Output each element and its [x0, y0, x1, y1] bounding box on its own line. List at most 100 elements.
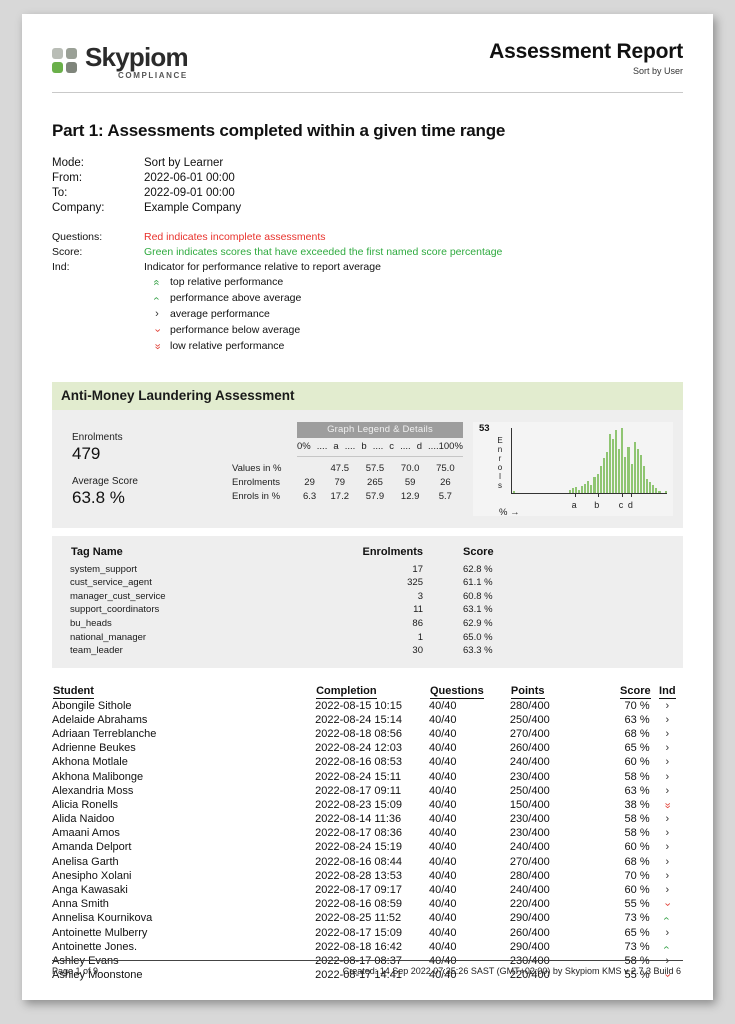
table-row[interactable]: Annelisa Kournikova 2022-08-25 11:52 40/40… — [52, 911, 683, 925]
table-row[interactable]: Antoinette Mulberry 2022-08-17 15:09 40/40… — [52, 926, 683, 940]
tag-score: 65.0 % — [463, 631, 493, 643]
indicator-cell: › — [652, 911, 683, 925]
points-value: 290/400 — [509, 912, 550, 925]
table-row[interactable]: Anga Kawasaki 2022-08-17 09:17 40/40 240/40… — [52, 883, 683, 897]
table-row[interactable]: Alicia Ronells 2022-08-23 15:09 40/40 150/4… — [52, 798, 683, 812]
tag-table-row: manager_cust_service 3 60.8 % — [70, 590, 574, 604]
questions-count: 40/40 — [428, 699, 457, 712]
points-value: 240/400 — [509, 884, 550, 897]
indicator-legend-text: performance above average — [170, 292, 302, 305]
tag-name: manager_cust_service — [70, 590, 166, 602]
graph-detail-value: 57.9 — [365, 490, 385, 502]
student-name: Anga Kawasaki — [52, 884, 128, 897]
points-value: 240/400 — [509, 756, 550, 769]
col-ind[interactable]: Ind — [652, 684, 683, 699]
meta-label: Company: — [52, 201, 105, 214]
tag-enrolments: 1 — [417, 631, 423, 643]
indicator-chevron-icon: › — [665, 869, 670, 882]
scale-tick-label: d — [416, 441, 422, 453]
logo-squares-icon — [52, 48, 80, 76]
indicator-chevron-icon: › — [665, 713, 670, 726]
tag-enrolments: 17 — [412, 563, 423, 575]
student-name: Amaani Amos — [52, 827, 120, 840]
col-questions[interactable]: Questions — [429, 684, 510, 699]
questions-count: 40/40 — [428, 727, 457, 740]
score-value: 38 % — [624, 798, 650, 811]
scale-tick-label: .... — [400, 441, 411, 453]
indicator-cell: › — [652, 741, 683, 755]
student-name: Abongile Sithole — [52, 699, 132, 712]
scale-tick-label: c — [389, 441, 395, 453]
chart-x-ticks — [513, 493, 667, 498]
col-completion[interactable]: Completion — [315, 684, 429, 699]
student-name: Antoinette Jones. — [52, 940, 138, 953]
points-value: 250/400 — [509, 784, 550, 797]
table-row[interactable]: Abongile Sithole 2022-08-15 10:15 40/40 280… — [52, 699, 683, 713]
table-row[interactable]: Adriaan Terreblanche 2022-08-18 08:56 40/4… — [52, 727, 683, 741]
indicator-legend-row: » top relative performance — [52, 274, 502, 290]
graph-detail-value: 57.5 — [365, 462, 385, 474]
tag-name: national_manager — [70, 631, 147, 643]
student-name: Akhona Motlale — [52, 756, 128, 769]
points-value: 230/400 — [509, 827, 550, 840]
graph-detail-value: 47.5 — [330, 462, 350, 474]
chart-tick — [630, 493, 632, 498]
scale-tick-label: a — [333, 441, 339, 453]
score-value: 60 % — [624, 884, 650, 897]
tag-table: Tag Name Enrolments Score system_support… — [70, 545, 574, 657]
questions-count: 40/40 — [428, 884, 457, 897]
score-value: 58 % — [624, 827, 650, 840]
score-value: 55 % — [624, 898, 650, 911]
questions-count: 40/40 — [428, 926, 457, 939]
completion-date: 2022-08-15 10:15 — [315, 699, 402, 712]
chart-bar — [618, 449, 621, 494]
table-row[interactable]: Amanda Delport 2022-08-24 15:19 40/40 240/4… — [52, 840, 683, 854]
completion-date: 2022-08-16 08:44 — [315, 855, 402, 868]
questions-count: 40/40 — [428, 756, 457, 769]
table-row[interactable]: Akhona Motlale 2022-08-16 08:53 40/40 240/4… — [52, 755, 683, 769]
table-row[interactable]: Anesipho Xolani 2022-08-28 13:53 40/40 280/… — [52, 869, 683, 883]
student-name: Antoinette Mulberry — [52, 926, 148, 939]
col-points[interactable]: Points — [510, 684, 595, 699]
average-score-label: Average Score — [72, 476, 138, 488]
questions-count: 40/40 — [428, 841, 457, 854]
table-row[interactable]: Antoinette Jones. 2022-08-18 16:42 40/40 29… — [52, 940, 683, 954]
table-row[interactable]: Adelaide Abrahams 2022-08-24 15:14 40/40 25… — [52, 713, 683, 727]
completion-date: 2022-08-17 08:36 — [315, 827, 402, 840]
indicator-chevron-icon: › — [665, 827, 670, 840]
tag-panel: Tag Name Enrolments Score system_support… — [52, 536, 683, 668]
student-name: Adrienne Beukes — [52, 742, 136, 755]
table-row[interactable]: Adrienne Beukes 2022-08-24 12:03 40/40 260/… — [52, 741, 683, 755]
questions-count: 40/40 — [428, 855, 457, 868]
student-name: Amanda Delport — [52, 841, 132, 854]
table-row[interactable]: Alexandria Moss 2022-08-17 09:11 40/40 250/… — [52, 784, 683, 798]
indicator-cell: › — [652, 855, 683, 869]
chart-bar — [624, 456, 627, 494]
student-name: Annelisa Kournikova — [52, 912, 153, 925]
table-row[interactable]: Amaani Amos 2022-08-17 08:36 40/40 230/400 5… — [52, 826, 683, 840]
meta-value: Sort by Learner — [144, 156, 224, 169]
document-header: Skypiom COMPLIANCE Assessment Report Sor… — [52, 40, 683, 93]
col-score[interactable]: Score — [595, 684, 652, 699]
score-value: 73 % — [624, 940, 650, 953]
table-row[interactable]: Anna Smith 2022-08-16 08:59 40/40 220/400 55… — [52, 897, 683, 911]
completion-date: 2022-08-17 09:11 — [315, 784, 402, 797]
chart-bar — [596, 473, 599, 494]
tag-name: bu_heads — [70, 618, 112, 630]
graph-scale-row: 0%.... a.... b.... c.... d ....100% — [297, 438, 463, 458]
table-row[interactable]: Akhona Malibonge 2022-08-24 15:11 40/40 230… — [52, 769, 683, 783]
footer-created-info: Created: 14 Sep 2022 07:35:26 SAST (GMT+… — [342, 966, 681, 976]
report-title: Assessment Report — [489, 40, 683, 63]
tag-score: 62.9 % — [463, 618, 493, 630]
table-row[interactable]: Anelisa Garth 2022-08-16 08:44 40/40 270/40… — [52, 855, 683, 869]
header-right: Assessment Report Sort by User — [489, 40, 683, 76]
chart-bar — [649, 482, 652, 494]
student-name: Anelisa Garth — [52, 855, 119, 868]
chart-x-axis-label: % → — [499, 507, 520, 519]
chart-x-band-labels: a b cd — [511, 500, 667, 510]
col-student[interactable]: Student — [52, 684, 315, 699]
part-title: Part 1: Assessments completed within a g… — [52, 121, 506, 140]
table-row[interactable]: Alida Naidoo 2022-08-14 11:36 40/40 230/400… — [52, 812, 683, 826]
points-value: 270/400 — [509, 855, 550, 868]
points-value: 270/400 — [509, 727, 550, 740]
